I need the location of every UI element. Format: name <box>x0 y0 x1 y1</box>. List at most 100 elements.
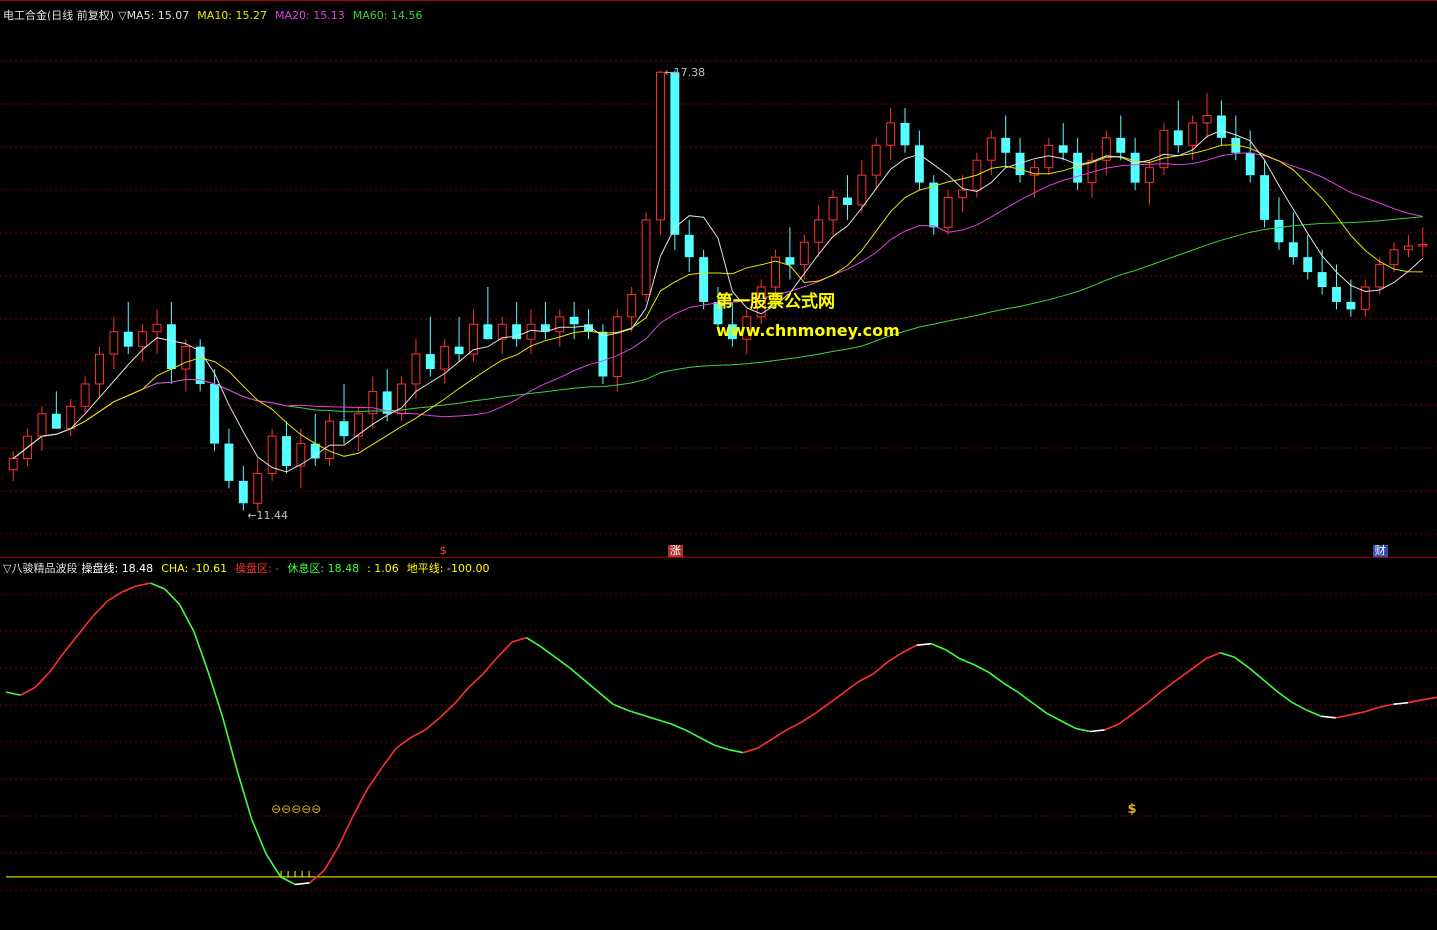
indicator-segment <box>135 582 151 587</box>
stock-label[interactable]: 电工合金(日线 前复权) <box>3 9 114 22</box>
indicator-toggle-icon[interactable]: ▽ <box>118 9 126 22</box>
candle-body-down <box>1332 287 1341 302</box>
indicator-segment <box>366 767 383 790</box>
indicator-segment <box>453 687 470 705</box>
candle-body-down <box>670 72 680 235</box>
indicator-segment <box>930 642 946 651</box>
indicator-segment <box>1075 727 1091 733</box>
indicator-segment <box>829 691 845 704</box>
indicator-segment <box>439 703 455 719</box>
indicator-segment <box>843 680 860 693</box>
money-bag-icon: $ <box>1127 802 1136 817</box>
candle-body-down <box>425 354 435 370</box>
indicator-segment <box>583 679 600 693</box>
candle-body-down <box>929 182 939 228</box>
candle-body-down <box>454 346 464 355</box>
indicator-segment <box>1046 712 1062 722</box>
indicator-segment <box>337 815 354 847</box>
indicator-segment <box>265 853 282 878</box>
indicator-segment <box>1350 711 1365 716</box>
indicator-segment <box>106 591 123 602</box>
indicator-segment <box>178 603 195 632</box>
indicator-segment <box>193 631 210 673</box>
candle-body-down <box>1245 152 1255 176</box>
indicator-segment <box>424 717 441 731</box>
candle-body-down <box>1260 175 1270 220</box>
candle-body-up <box>886 122 896 146</box>
candle-body-up <box>814 219 824 243</box>
candle-body-up <box>253 472 263 504</box>
candle-body-up <box>1159 129 1169 169</box>
indicator-segment <box>858 673 874 683</box>
indicator-segment <box>121 585 137 593</box>
indicator-segment <box>164 588 181 605</box>
indicator-segment <box>1132 702 1149 714</box>
candle-body-down <box>914 145 924 183</box>
candle-body-up <box>612 316 622 377</box>
indicator-segment <box>959 658 975 666</box>
event-marker-dollar[interactable]: $ <box>437 545 449 557</box>
indicator-segment <box>1017 691 1033 704</box>
line6-readout: 地平线: -100.00 <box>406 562 490 575</box>
indicator-segment <box>670 723 686 731</box>
candle-body-up <box>1418 243 1428 247</box>
low-price-label: ←11.44 <box>247 508 289 522</box>
candle-body-up <box>555 316 565 333</box>
indicator-segment <box>20 686 36 696</box>
indicator-segment <box>569 667 585 681</box>
indicator-segment <box>295 882 310 886</box>
indicator-segment <box>1292 702 1308 711</box>
indicator-segment <box>1364 706 1380 713</box>
candle-body-up <box>828 197 838 221</box>
indicator-segment <box>771 729 787 740</box>
indicator-segment <box>410 729 426 739</box>
indicator-segment <box>482 656 499 675</box>
indicator-segment <box>1090 729 1105 733</box>
candle-body-down <box>210 383 220 444</box>
candle-body-up <box>1389 249 1399 266</box>
indicator-segment <box>323 846 340 872</box>
indicator-segment <box>236 770 253 820</box>
candle-body-up <box>943 197 953 228</box>
candle-body-up <box>799 241 809 266</box>
indicator-segment <box>1277 691 1293 704</box>
candle-body-up <box>1188 122 1198 146</box>
high-price-label: ←17.38 <box>664 65 706 79</box>
candle-body-down <box>1173 130 1183 146</box>
candle-body-down <box>1303 257 1313 273</box>
indicator-segment <box>598 691 614 705</box>
candle-body-up <box>1375 264 1385 288</box>
lower-header: ▽八骏精品波段 操盘线: 18.48 CHA: -10.61 操盘区: - 休息区: 1… <box>3 562 497 576</box>
candle-body-down <box>569 316 579 325</box>
indicator-segment <box>1219 651 1235 659</box>
indicator-segment <box>467 673 484 689</box>
indicator-name[interactable]: ▽八骏精品波段 <box>3 562 77 575</box>
indicator-segment <box>1335 714 1351 719</box>
indicator-segment <box>1161 679 1178 692</box>
indicator-segment <box>814 702 831 714</box>
candle-body-up <box>181 346 191 370</box>
candle-body-down <box>684 234 694 258</box>
candle-body-up <box>95 353 104 385</box>
indicator-segment <box>641 714 657 721</box>
watermark-title: 第一股票公式网 <box>716 292 835 312</box>
candle-body-down <box>785 257 795 265</box>
ma20-readout: MA20: 15.13 <box>275 9 345 22</box>
indicator-segment <box>757 738 773 749</box>
line5-readout: : 1.06 <box>367 562 399 575</box>
candle-body-down <box>1116 137 1126 153</box>
indicator-segment <box>1104 723 1120 731</box>
indicator-segment <box>684 729 701 739</box>
indicator-segment <box>1422 696 1437 701</box>
candle-body-up <box>8 458 18 471</box>
event-marker-zhang[interactable]: 涨 <box>667 545 683 557</box>
indicator-segment <box>786 721 802 731</box>
candle-body-up <box>1403 245 1413 251</box>
watermark-url: www.chnmoney.com <box>716 321 900 340</box>
event-marker-cai[interactable]: 财 <box>1372 545 1388 557</box>
candle-body-up <box>627 293 637 318</box>
line2-readout: CHA: -10.61 <box>161 562 228 575</box>
indicator-segment <box>280 876 296 886</box>
indicator-segment <box>63 634 79 654</box>
indicator-segment <box>395 736 412 749</box>
